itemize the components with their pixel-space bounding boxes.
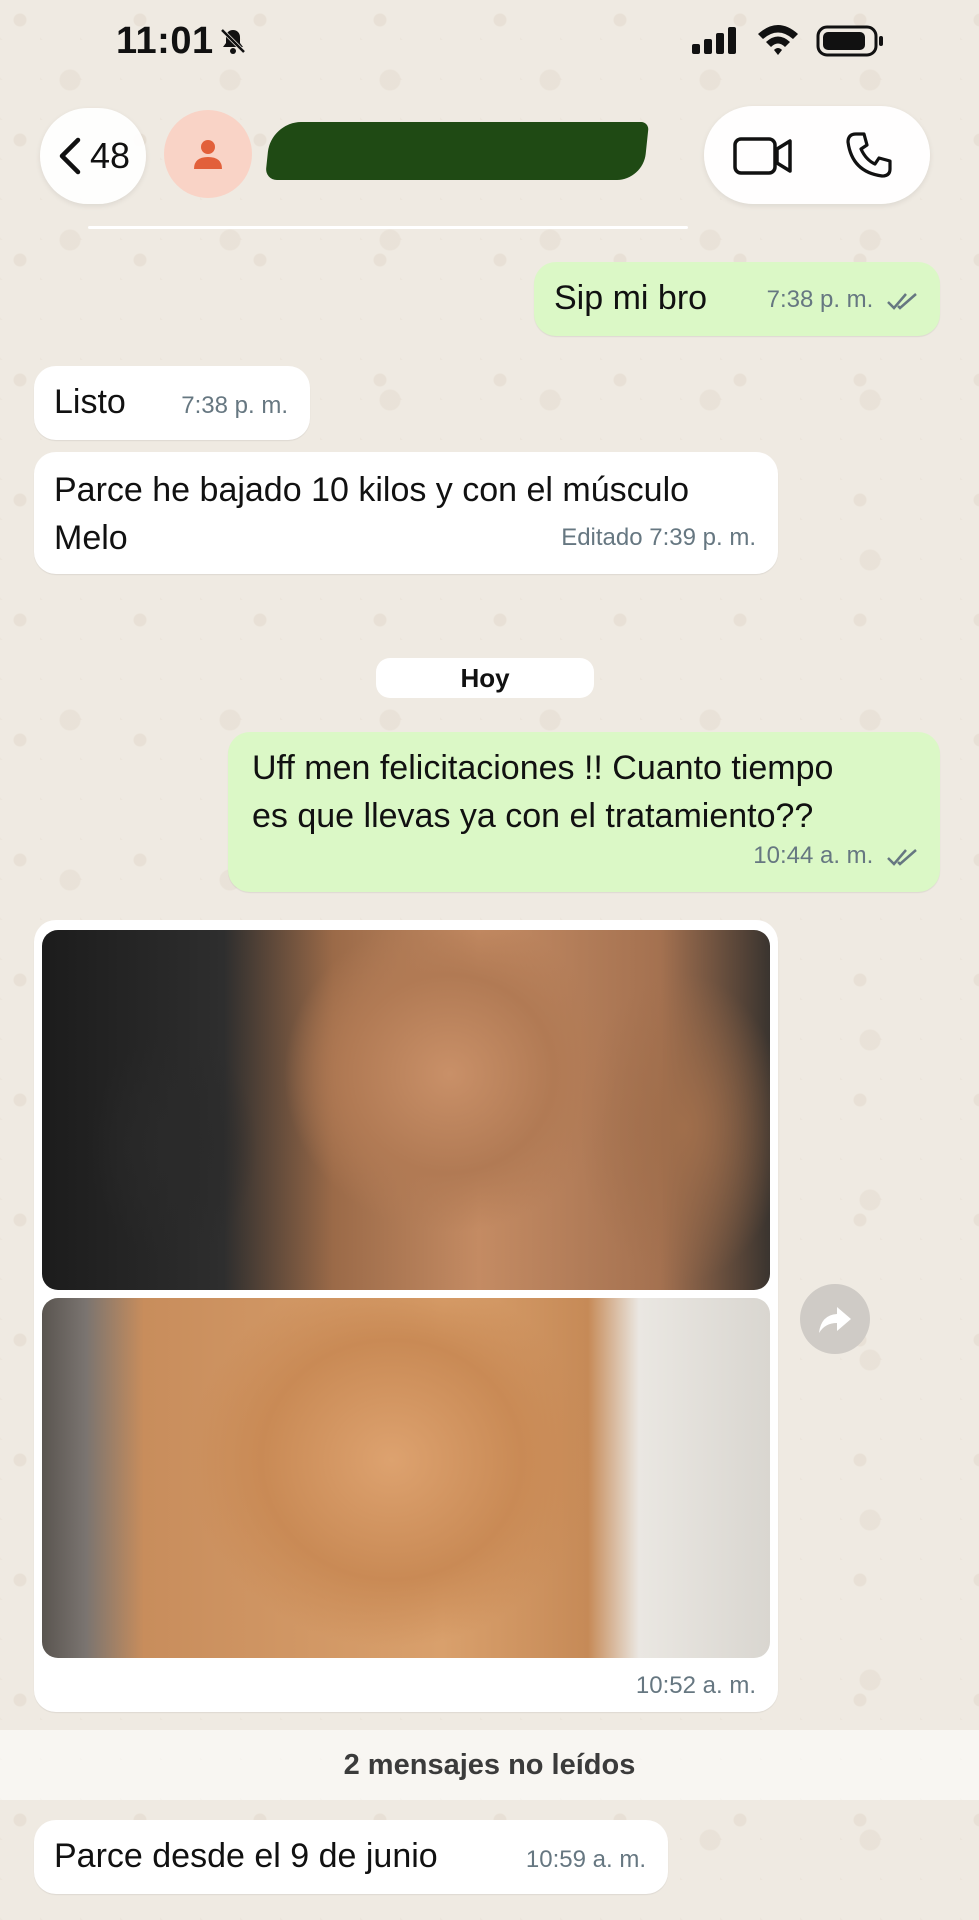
message-text-line: es que llevas ya con el tratamiento??: [252, 797, 814, 835]
video-camera-icon[interactable]: [732, 134, 794, 178]
avatar[interactable]: [164, 110, 252, 198]
battery-icon: [816, 25, 883, 57]
bell-slash-icon: [220, 28, 246, 54]
message-time: 7:38 p. m.: [766, 286, 874, 313]
message-bubble-incoming[interactable]: Listo 7:38 p. m.: [34, 366, 310, 440]
message-bubble-incoming[interactable]: Parce he bajado 10 kilos y con el múscul…: [34, 452, 778, 574]
message-text: Parce desde el 9 de junio: [54, 1837, 438, 1875]
chevron-left-icon: [59, 137, 81, 175]
message-meta: 7:38 p. m.: [767, 276, 920, 324]
person-icon: [194, 140, 222, 169]
message-meta: 10:44 a. m.: [753, 832, 920, 880]
wifi-icon: [758, 25, 798, 55]
message-time: 10:52 a. m.: [635, 1672, 756, 1699]
call-actions: [704, 106, 930, 204]
back-button[interactable]: 48: [40, 108, 146, 204]
message-time: 10:59 a. m.: [525, 1846, 646, 1873]
chat-header: 48: [0, 104, 979, 208]
photo-attachment[interactable]: [42, 930, 770, 1290]
phone-icon[interactable]: [844, 130, 894, 180]
message-bubble-outgoing[interactable]: Uff men felicitaciones !! Cuanto tiempo …: [228, 732, 940, 892]
contact-name-redacted[interactable]: [264, 122, 650, 180]
message-text-line: Melo: [54, 519, 128, 557]
message-bubble-outgoing[interactable]: Sip mi bro 7:38 p. m.: [534, 262, 940, 336]
photo-attachment[interactable]: [42, 1298, 770, 1658]
message-bubble-incoming[interactable]: Parce desde el 9 de junio 10:59 a. m.: [34, 1820, 668, 1894]
signal-icon: [692, 27, 736, 54]
message-time: 10:44 a. m.: [753, 842, 874, 869]
forward-button[interactable]: [800, 1284, 870, 1354]
message-time: Editado 7:39 p. m.: [561, 524, 756, 551]
message-text: Sip mi bro: [554, 279, 708, 317]
message-time: 7:38 p. m.: [181, 392, 288, 419]
message-text: Listo: [54, 383, 126, 421]
status-bar: 11:01: [0, 0, 979, 86]
unread-messages-banner: 2 mensajes no leídos: [0, 1730, 979, 1800]
status-time: 11:01: [116, 20, 214, 62]
message-bubble-photos[interactable]: 10:52 a. m.: [34, 920, 778, 1712]
forward-arrow-icon: [819, 1307, 851, 1333]
message-text-line: Uff men felicitaciones !! Cuanto tiempo: [252, 749, 834, 787]
double-check-icon: [887, 292, 917, 310]
unread-chats-count: 48: [89, 135, 131, 176]
previous-message-edge: [88, 226, 688, 229]
double-check-icon: [887, 848, 917, 866]
message-text-line: Parce he bajado 10 kilos y con el múscul…: [54, 471, 690, 509]
day-separator: Hoy: [376, 658, 594, 698]
